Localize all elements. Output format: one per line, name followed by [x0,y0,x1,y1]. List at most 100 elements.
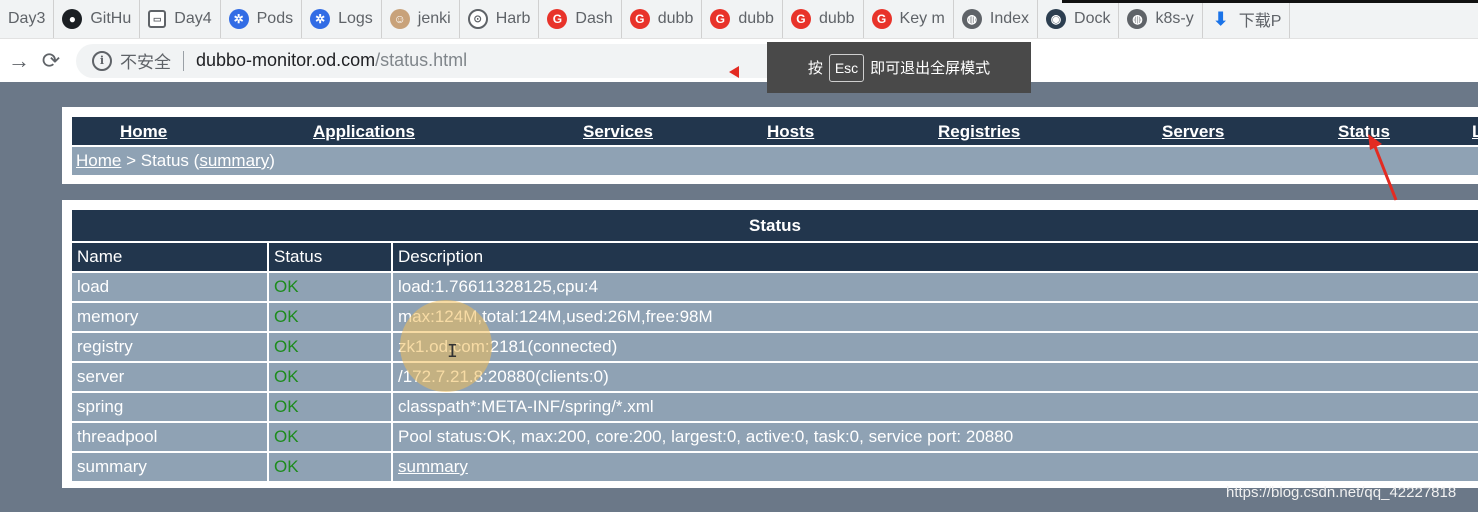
row-description: Pool status:OK, max:200, core:200, large… [391,421,1478,451]
annotation-arrow-icon [729,66,739,78]
row-name: threadpool [72,421,267,451]
annotation-arrow-icon [1368,134,1398,201]
row-name: server [72,361,267,391]
bookmark-label: k8s-y [1155,10,1194,27]
globe-icon: ◍ [961,9,982,29]
status-panel: Status Name Status Description load OK l… [62,200,1478,488]
breadcrumb-home-link[interactable]: Home [76,151,121,170]
bookmark-label: Harb [495,10,531,27]
text-cursor-icon: I [447,341,458,362]
url-host: dubbo-monitor.od.com [196,50,376,70]
bookmark-github[interactable]: ● GitHu [54,0,141,38]
jenkins-icon: ☺ [389,9,410,29]
menu-registries[interactable]: Registries [938,122,1020,142]
bookmark-dubbo-1[interactable]: G dubb [622,0,703,38]
row-name: spring [72,391,267,421]
bookmark-label: 下载P [1238,13,1282,30]
menu-applications[interactable]: Applications [313,122,415,142]
bookmark-label: dubb [818,10,855,27]
kubernetes-icon: ✲ [228,9,249,29]
toast-prefix: 按 [807,60,823,77]
breadcrumb-close: ) [269,151,275,170]
breadcrumb: Home > Status (summary) [72,147,1478,175]
row-status: OK [267,271,391,301]
bookmark-jenkins[interactable]: ☺ jenki [382,0,460,38]
security-label: 不安全 [120,53,171,72]
menu-bar: Home Applications Services Hosts Registr… [72,117,1478,145]
menu-home[interactable]: Home [120,122,167,142]
menu-hosts[interactable]: Hosts [767,122,814,142]
row-status: OK [267,361,391,391]
table-row: threadpool OK Pool status:OK, max:200, c… [72,421,1478,451]
row-name: load [72,271,267,301]
row-description: zk1.od.com:2181(connected) [391,331,1478,361]
table-row: server OK /172.7.21.8:20880(clients:0) [72,361,1478,391]
menu-services[interactable]: Services [583,122,653,142]
row-description: classpath*:META-INF/spring/*.xml [391,391,1478,421]
bookmarks-bar: Day3 ● GitHu ▭ Day4 ✲ Pods ✲ Logs ☺ jenk… [0,0,1478,39]
info-icon[interactable]: i [92,50,112,71]
menu-servers[interactable]: Servers [1162,122,1224,142]
bookmark-dubbo-2[interactable]: G dubb [702,0,783,38]
bookmark-label: dubb [657,10,694,27]
github-icon: ● [62,9,83,29]
url-field[interactable]: i 不安全 dubbo-monitor.od.com /status.html [76,43,788,78]
header-description: Description [391,241,1478,271]
table-row: load OK load:1.76611328125,cpu:4 [72,271,1478,301]
url-divider [183,50,184,71]
bookmark-logs[interactable]: ✲ Logs [302,0,382,38]
bookmark-label: Key m [899,10,945,27]
bookmark-label: Day4 [174,10,212,27]
toast-suffix: 即可退出全屏模式 [870,60,991,77]
row-description: /172.7.21.8:20880(clients:0) [391,361,1478,391]
g-icon: G [871,9,892,29]
kubernetes-icon: ✲ [310,9,331,29]
row-status: OK [267,421,391,451]
bookmark-k8s-yaml[interactable]: ◍ k8s-y [1119,0,1203,38]
bookmark-index[interactable]: ◍ Index [954,0,1039,38]
row-status: OK [267,391,391,421]
bookmark-label: Index [989,10,1030,27]
status-table: Status Name Status Description load OK l… [72,210,1478,481]
forward-icon[interactable]: → [6,48,32,74]
bookmark-day4[interactable]: ▭ Day4 [140,0,221,38]
breadcrumb-summary-link[interactable]: summary [199,151,269,170]
fullscreen-toast: 按 Esc 即可退出全屏模式 [767,42,1031,93]
g-icon: G [629,9,650,29]
bookmark-label: dubb [738,10,774,27]
bookmark-day3[interactable]: Day3 [0,0,55,38]
harbor-icon: ⊙ [467,9,488,29]
bookmark-harbor[interactable]: ⊙ Harb [460,0,540,38]
url-path: /status.html [375,50,468,70]
menu-more[interactable]: L [1472,122,1478,142]
globe-icon: ◍ [1127,9,1148,29]
bookmark-download[interactable]: ⬇ 下载P [1203,0,1291,38]
row-status: OK [267,331,391,361]
bookmark-docker[interactable]: ◉ Dock [1038,0,1120,38]
bookmark-key[interactable]: G Key m [864,0,954,38]
g-icon: G [790,9,811,29]
row-description: load:1.76611328125,cpu:4 [391,271,1478,301]
address-bar: → ⟳ i 不安全 dubbo-monitor.od.com /status.h… [0,39,1478,82]
table-header-row: Name Status Description [72,241,1478,271]
row-name: summary [72,451,267,481]
row-status: OK [267,301,391,331]
docker-icon: ◉ [1046,9,1067,29]
summary-link[interactable]: summary [398,457,468,476]
reload-icon[interactable]: ⟳ [38,48,64,74]
bookmark-pods[interactable]: ✲ Pods [221,0,303,38]
bookmark-label: Pods [256,10,294,27]
breadcrumb-current: > Status ( [121,151,200,170]
bookmark-label: Logs [338,10,373,27]
bookmark-dash[interactable]: G Dash [539,0,622,38]
page-icon: ▭ [148,10,167,28]
bookmark-label: GitHu [90,10,132,27]
table-row: spring OK classpath*:META-INF/spring/*.x… [72,391,1478,421]
table-caption: Status [72,210,1478,241]
bookmark-label: Day3 [8,10,46,27]
header-name: Name [72,241,267,271]
header-status: Status [267,241,391,271]
bookmark-label: Dash [575,10,613,27]
bookmark-dubbo-3[interactable]: G dubb [783,0,864,38]
table-row: summary OK summary [72,451,1478,481]
